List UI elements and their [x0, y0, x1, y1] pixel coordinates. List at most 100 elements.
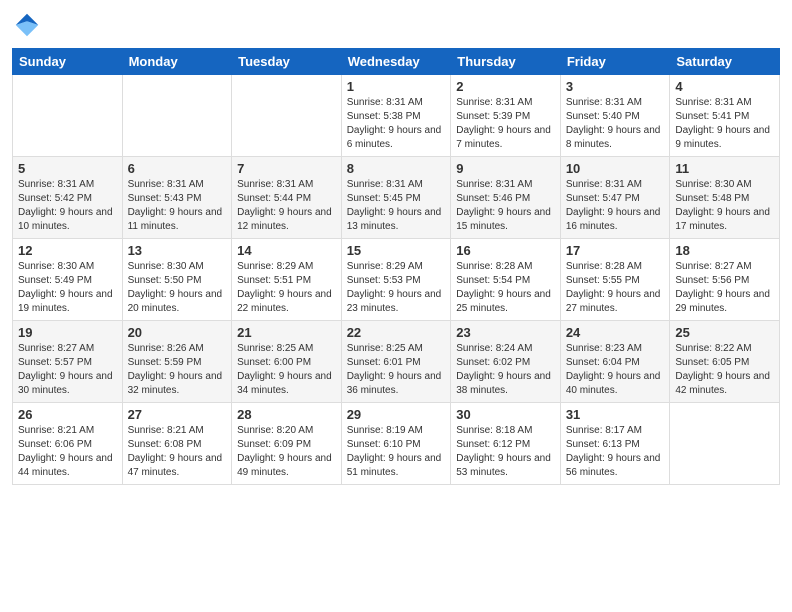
calendar-cell: 16 Sunrise: 8:28 AM Sunset: 5:54 PM Dayli…	[451, 239, 561, 321]
day-info: Sunrise: 8:31 AM Sunset: 5:47 PM Dayligh…	[566, 178, 665, 234]
day-number: 9	[456, 161, 555, 176]
calendar-cell: 12 Sunrise: 8:30 AM Sunset: 5:49 PM Dayli…	[13, 239, 123, 321]
calendar-cell: 8Sunrise: 8:31 AM Sunset: 5:45 PM Daylig…	[341, 157, 451, 239]
calendar-week-row: 12 Sunrise: 8:30 AM Sunset: 5:49 PM Dayli…	[13, 239, 780, 321]
day-info: Sunrise: 8:31 AM Sunset: 5:40 PM Dayligh…	[566, 96, 665, 152]
day-info: Sunrise: 8:20 AM Sunset: 6:09 PM Dayligh…	[237, 424, 336, 480]
day-number: 13	[128, 243, 227, 258]
day-number: 4	[675, 79, 774, 94]
day-info: Sunrise: 8:30 AM Sunset: 5:49 PM Dayligh…	[18, 260, 117, 316]
day-number: 14	[237, 243, 336, 258]
day-number: 28	[237, 407, 336, 422]
day-info: Sunrise: 8:19 AM Sunset: 6:10 PM Dayligh…	[347, 424, 446, 480]
weekday-header: Sunday	[13, 49, 123, 75]
day-info: Sunrise: 8:21 AM Sunset: 6:08 PM Dayligh…	[128, 424, 227, 480]
calendar-cell: 17 Sunrise: 8:28 AM Sunset: 5:55 PM Dayli…	[560, 239, 670, 321]
day-info: Sunrise: 8:31 AM Sunset: 5:45 PM Dayligh…	[347, 178, 446, 234]
weekday-header: Tuesday	[232, 49, 342, 75]
day-info: Sunrise: 8:31 AM Sunset: 5:46 PM Dayligh…	[456, 178, 555, 234]
calendar-cell	[13, 75, 123, 157]
day-number: 12	[18, 243, 117, 258]
day-info: Sunrise: 8:31 AM Sunset: 5:38 PM Dayligh…	[347, 96, 446, 152]
calendar-cell: 7 Sunrise: 8:31 AM Sunset: 5:44 PM Daylig…	[232, 157, 342, 239]
day-number: 16	[456, 243, 555, 258]
day-number: 26	[18, 407, 117, 422]
day-number: 17	[566, 243, 665, 258]
calendar-cell: 14 Sunrise: 8:29 AM Sunset: 5:51 PM Dayli…	[232, 239, 342, 321]
day-number: 21	[237, 325, 336, 340]
day-number: 7	[237, 161, 336, 176]
calendar-cell: 15 Sunrise: 8:29 AM Sunset: 5:53 PM Dayli…	[341, 239, 451, 321]
day-info: Sunrise: 8:28 AM Sunset: 5:55 PM Dayligh…	[566, 260, 665, 316]
calendar-cell: 1 Sunrise: 8:31 AM Sunset: 5:38 PM Daylig…	[341, 75, 451, 157]
calendar-cell: 23 Sunrise: 8:24 AM Sunset: 6:02 PM Dayli…	[451, 321, 561, 403]
day-info: Sunrise: 8:31 AM Sunset: 5:41 PM Dayligh…	[675, 96, 774, 152]
calendar-cell: 9 Sunrise: 8:31 AM Sunset: 5:46 PM Daylig…	[451, 157, 561, 239]
calendar-cell	[670, 403, 780, 485]
day-number: 11	[675, 161, 774, 176]
logo-icon	[12, 10, 42, 40]
calendar-cell: 20 Sunrise: 8:26 AM Sunset: 5:59 PM Dayli…	[122, 321, 232, 403]
day-info: Sunrise: 8:30 AM Sunset: 5:50 PM Dayligh…	[128, 260, 227, 316]
weekday-header: Friday	[560, 49, 670, 75]
calendar-cell: 3 Sunrise: 8:31 AM Sunset: 5:40 PM Daylig…	[560, 75, 670, 157]
calendar-cell: 5 Sunrise: 8:31 AM Sunset: 5:42 PM Daylig…	[13, 157, 123, 239]
weekday-header: Wednesday	[341, 49, 451, 75]
weekday-header: Monday	[122, 49, 232, 75]
day-info: Sunrise: 8:25 AM Sunset: 6:00 PM Dayligh…	[237, 342, 336, 398]
day-info: Sunrise: 8:27 AM Sunset: 5:57 PM Dayligh…	[18, 342, 117, 398]
day-number: 19	[18, 325, 117, 340]
calendar-table: SundayMondayTuesdayWednesdayThursdayFrid…	[12, 48, 780, 485]
day-info: Sunrise: 8:18 AM Sunset: 6:12 PM Dayligh…	[456, 424, 555, 480]
day-number: 15	[347, 243, 446, 258]
day-info: Sunrise: 8:28 AM Sunset: 5:54 PM Dayligh…	[456, 260, 555, 316]
calendar-cell: 25Sunrise: 8:22 AM Sunset: 6:05 PM Dayli…	[670, 321, 780, 403]
day-number: 1	[347, 79, 446, 94]
calendar-cell: 4 Sunrise: 8:31 AM Sunset: 5:41 PM Daylig…	[670, 75, 780, 157]
calendar-header-row: SundayMondayTuesdayWednesdayThursdayFrid…	[13, 49, 780, 75]
calendar-cell: 2Sunrise: 8:31 AM Sunset: 5:39 PM Daylig…	[451, 75, 561, 157]
calendar-week-row: 5 Sunrise: 8:31 AM Sunset: 5:42 PM Daylig…	[13, 157, 780, 239]
day-number: 24	[566, 325, 665, 340]
day-number: 31	[566, 407, 665, 422]
calendar-cell: 13 Sunrise: 8:30 AM Sunset: 5:50 PM Dayli…	[122, 239, 232, 321]
day-number: 27	[128, 407, 227, 422]
day-number: 30	[456, 407, 555, 422]
calendar-cell: 28 Sunrise: 8:20 AM Sunset: 6:09 PM Dayli…	[232, 403, 342, 485]
calendar-cell: 22Sunrise: 8:25 AM Sunset: 6:01 PM Dayli…	[341, 321, 451, 403]
day-info: Sunrise: 8:31 AM Sunset: 5:42 PM Dayligh…	[18, 178, 117, 234]
day-info: Sunrise: 8:24 AM Sunset: 6:02 PM Dayligh…	[456, 342, 555, 398]
calendar-cell: 6Sunrise: 8:31 AM Sunset: 5:43 PM Daylig…	[122, 157, 232, 239]
calendar-cell: 19 Sunrise: 8:27 AM Sunset: 5:57 PM Dayli…	[13, 321, 123, 403]
day-info: Sunrise: 8:31 AM Sunset: 5:39 PM Dayligh…	[456, 96, 555, 152]
day-info: Sunrise: 8:29 AM Sunset: 5:51 PM Dayligh…	[237, 260, 336, 316]
day-info: Sunrise: 8:25 AM Sunset: 6:01 PM Dayligh…	[347, 342, 446, 398]
calendar-week-row: 26Sunrise: 8:21 AM Sunset: 6:06 PM Dayli…	[13, 403, 780, 485]
day-info: Sunrise: 8:27 AM Sunset: 5:56 PM Dayligh…	[675, 260, 774, 316]
day-info: Sunrise: 8:26 AM Sunset: 5:59 PM Dayligh…	[128, 342, 227, 398]
day-info: Sunrise: 8:29 AM Sunset: 5:53 PM Dayligh…	[347, 260, 446, 316]
calendar-cell: 11Sunrise: 8:30 AM Sunset: 5:48 PM Dayli…	[670, 157, 780, 239]
calendar-cell: 30 Sunrise: 8:18 AM Sunset: 6:12 PM Dayli…	[451, 403, 561, 485]
weekday-header: Thursday	[451, 49, 561, 75]
calendar-cell: 21 Sunrise: 8:25 AM Sunset: 6:00 PM Dayli…	[232, 321, 342, 403]
day-number: 10	[566, 161, 665, 176]
day-number: 29	[347, 407, 446, 422]
day-number: 3	[566, 79, 665, 94]
calendar-week-row: 1 Sunrise: 8:31 AM Sunset: 5:38 PM Daylig…	[13, 75, 780, 157]
day-info: Sunrise: 8:17 AM Sunset: 6:13 PM Dayligh…	[566, 424, 665, 480]
day-number: 25	[675, 325, 774, 340]
calendar-cell: 18Sunrise: 8:27 AM Sunset: 5:56 PM Dayli…	[670, 239, 780, 321]
calendar-cell: 26Sunrise: 8:21 AM Sunset: 6:06 PM Dayli…	[13, 403, 123, 485]
calendar-cell	[232, 75, 342, 157]
day-info: Sunrise: 8:31 AM Sunset: 5:44 PM Dayligh…	[237, 178, 336, 234]
day-number: 5	[18, 161, 117, 176]
day-number: 23	[456, 325, 555, 340]
logo	[12, 10, 46, 40]
day-number: 6	[128, 161, 227, 176]
calendar-cell: 31 Sunrise: 8:17 AM Sunset: 6:13 PM Dayli…	[560, 403, 670, 485]
page-container: SundayMondayTuesdayWednesdayThursdayFrid…	[0, 0, 792, 493]
day-info: Sunrise: 8:23 AM Sunset: 6:04 PM Dayligh…	[566, 342, 665, 398]
day-number: 20	[128, 325, 227, 340]
page-header	[12, 10, 780, 40]
